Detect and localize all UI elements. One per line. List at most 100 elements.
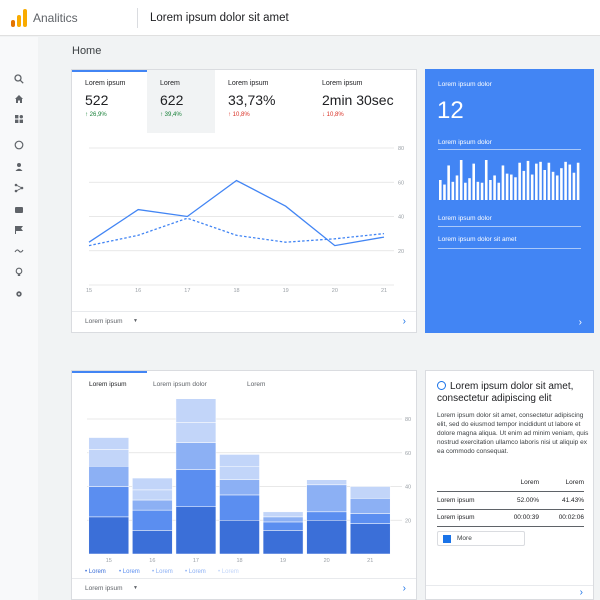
y-tick-label: 20 [398, 249, 404, 255]
realtime-bar [468, 178, 471, 200]
realtime-bar [480, 182, 484, 200]
bar-segment [262, 521, 304, 531]
search-icon[interactable] [13, 73, 24, 84]
realtime-bar [501, 165, 505, 200]
x-tick-label: 15 [86, 288, 92, 294]
home-icon[interactable] [13, 93, 24, 104]
bar-segment [88, 486, 130, 518]
realtime-bar [539, 161, 542, 200]
divider [438, 248, 581, 249]
realtime-bar [464, 182, 467, 200]
realtime-bar [451, 181, 455, 200]
x-tick-label: 16 [149, 558, 155, 564]
bar-segment [219, 494, 260, 521]
x-tick-label: 17 [193, 558, 199, 564]
realtime-bar [522, 170, 526, 200]
app-name[interactable]: Analitics [33, 11, 78, 25]
y-tick-label: 60 [405, 451, 411, 457]
date-range-dropdown[interactable]: Lorem ipsum [85, 585, 123, 592]
bar-segment [132, 530, 173, 555]
realtime-bar [455, 175, 459, 200]
card-footer: › [426, 585, 593, 599]
y-tick-label: 40 [398, 215, 404, 221]
y-tick-label: 20 [405, 518, 411, 524]
x-tick-label: 21 [381, 288, 387, 294]
x-tick-label: 18 [233, 288, 239, 294]
bar-segment [306, 511, 347, 521]
table-cell: 00:02:06 [558, 514, 584, 521]
realtime-bar [543, 170, 547, 200]
bar-segment [132, 499, 173, 511]
more-button[interactable]: More [437, 531, 525, 546]
dropdown-caret-icon[interactable]: ▼ [133, 585, 138, 591]
realtime-bar [518, 162, 521, 200]
realtime-icon[interactable] [13, 139, 24, 150]
realtime-bar [514, 177, 517, 200]
table-header-cell: Lorem [520, 479, 539, 486]
bar-segment [219, 466, 260, 480]
y-tick-label: 80 [398, 146, 404, 152]
card-footer: Lorem ipsum ▼ › [72, 578, 416, 599]
y-tick-label: 80 [405, 417, 411, 423]
bar-segment [349, 513, 391, 524]
bar-segment [306, 484, 347, 513]
x-tick-label: 21 [367, 558, 373, 564]
bar-segment [262, 511, 304, 518]
acquisition-icon[interactable] [13, 182, 24, 193]
conversions-icon[interactable] [13, 224, 24, 235]
bar-segment [175, 422, 217, 443]
realtime-bar [560, 168, 563, 200]
admin-icon[interactable] [13, 288, 24, 299]
page-title: Home [72, 45, 102, 57]
realtime-bar [555, 175, 559, 200]
bar-segment [132, 489, 173, 501]
behavior-icon[interactable] [13, 204, 24, 215]
analytics-logo-icon[interactable] [11, 9, 27, 27]
legend-item: • Lorem [152, 569, 173, 575]
realtime-bottom-label: Lorem ipsum dolor [438, 215, 492, 222]
chevron-right-icon[interactable]: › [579, 317, 582, 328]
bar-segment [88, 437, 130, 450]
attribution-icon[interactable] [13, 245, 24, 256]
customization-icon[interactable] [13, 113, 24, 124]
bar-segment [306, 520, 347, 555]
realtime-bar [568, 164, 572, 200]
series-line-1 [88, 217, 385, 247]
divider [437, 526, 584, 527]
table-cell: 52.00% [516, 497, 539, 504]
realtime-bar [530, 174, 534, 200]
legend-item: • Lorem [218, 569, 239, 575]
chevron-right-icon[interactable]: › [403, 316, 406, 327]
divider [437, 491, 584, 492]
x-tick-label: 19 [280, 558, 286, 564]
legend-item: • Lorem [85, 569, 106, 575]
table-row: Lorem ipsum 52.00% 41.43% [437, 493, 584, 510]
more-swatch [443, 535, 451, 543]
dropdown-caret-icon[interactable]: ▼ [133, 318, 138, 324]
realtime-bar [576, 162, 580, 200]
date-range-dropdown[interactable]: Lorem ipsum [85, 318, 123, 325]
top-bar: Analitics Lorem ipsum dolor sit amet [0, 0, 600, 36]
insight-body: Lorem ipsum dolor sit amet, consectetur … [437, 412, 589, 455]
realtime-bar [547, 162, 551, 200]
table-cell: Lorem ipsum [437, 514, 475, 521]
audience-icon[interactable] [13, 161, 24, 172]
divider [438, 149, 581, 150]
table-cell: 41.43% [561, 497, 584, 504]
discover-icon[interactable] [13, 266, 24, 277]
insight-card: Lorem ipsum dolor sit amet, consectetur … [425, 370, 594, 600]
acquisition-card: Lorem ipsum Lorem ipsum dolor Lorem 20 40… [71, 370, 417, 600]
realtime-value: 12 [437, 97, 464, 124]
bar-segment [349, 523, 391, 555]
x-tick-label: 15 [106, 558, 112, 564]
bar-segment [219, 520, 260, 555]
x-tick-label: 20 [332, 288, 338, 294]
x-tick-label: 20 [324, 558, 330, 564]
table-header-cell: Lorem [565, 479, 584, 486]
chevron-right-icon[interactable]: › [403, 583, 406, 594]
bar-segment [175, 469, 217, 507]
chevron-right-icon[interactable]: › [580, 587, 583, 598]
account-selector[interactable]: Lorem ipsum dolor sit amet [150, 12, 289, 24]
bar-segment [262, 516, 304, 523]
bar-segment [349, 486, 391, 499]
